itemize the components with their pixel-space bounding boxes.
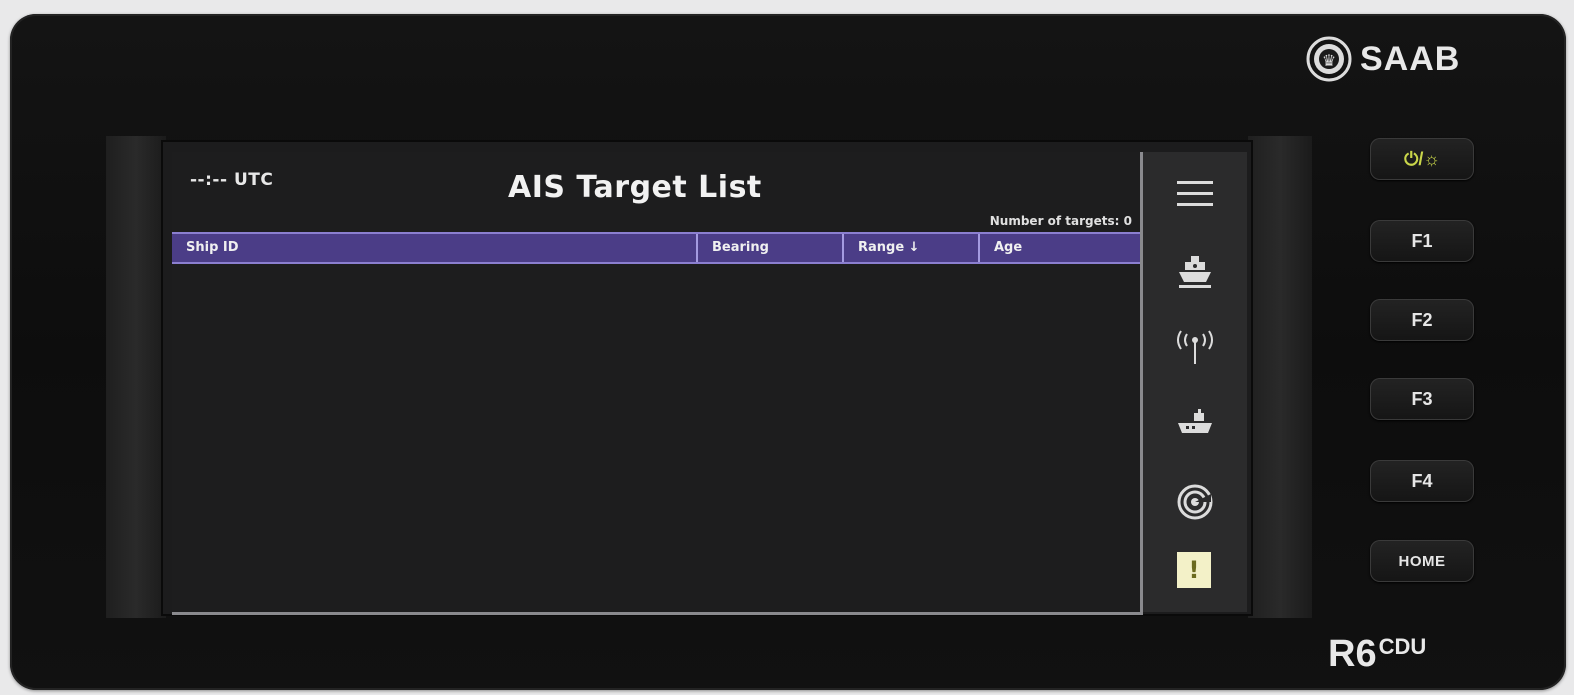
- column-range[interactable]: Range ↓: [842, 234, 978, 262]
- alert-button[interactable]: !: [1177, 552, 1211, 588]
- radar-icon: [1177, 484, 1213, 520]
- ais-target-list-view: --:-- UTC AIS Target List Number of targ…: [172, 152, 1143, 615]
- f3-button[interactable]: F3: [1370, 378, 1474, 420]
- display-screen: --:-- UTC AIS Target List Number of targ…: [163, 142, 1251, 615]
- table-body[interactable]: [172, 264, 1140, 612]
- f4-button[interactable]: F4: [1370, 460, 1474, 502]
- vessel-button[interactable]: [1167, 400, 1223, 448]
- right-bezel: [1248, 136, 1312, 618]
- brand-name: SAAB: [1360, 39, 1461, 78]
- saab-emblem-icon: ♛: [1306, 36, 1352, 82]
- cdu-device: --:-- UTC AIS Target List Number of targ…: [10, 14, 1566, 690]
- saab-logo: ♛ SAAB: [1306, 36, 1460, 82]
- vessel-icon: [1178, 409, 1212, 433]
- model-main: R6: [1328, 633, 1377, 675]
- radar-button[interactable]: [1167, 478, 1223, 526]
- f2-button[interactable]: F2: [1370, 299, 1474, 341]
- column-age[interactable]: Age: [978, 234, 1140, 262]
- alert-icon: !: [1188, 556, 1200, 584]
- ship-targets-icon: [1179, 256, 1211, 288]
- home-button[interactable]: HOME: [1370, 540, 1474, 582]
- menu-icon: [1177, 181, 1213, 206]
- column-ship-id[interactable]: Ship ID: [172, 234, 696, 262]
- left-bezel: [106, 136, 166, 618]
- power-brightness-button[interactable]: ⏻/☼: [1370, 138, 1474, 180]
- model-label: R6 CDU: [1328, 634, 1426, 674]
- svg-text:♛: ♛: [1322, 51, 1336, 70]
- model-sub: CDU: [1378, 634, 1427, 659]
- utc-clock: --:-- UTC: [190, 170, 274, 190]
- antenna-button[interactable]: [1167, 324, 1223, 372]
- menu-button[interactable]: [1167, 170, 1223, 218]
- column-bearing[interactable]: Bearing: [696, 234, 842, 262]
- ship-targets-button[interactable]: [1167, 248, 1223, 296]
- f1-button[interactable]: F1: [1370, 220, 1474, 262]
- antenna-icon: [1177, 330, 1213, 364]
- table-header: Ship ID Bearing Range ↓ Age: [172, 232, 1140, 264]
- power-icon: ⏻/☼: [1404, 148, 1440, 169]
- target-count: Number of targets: 0: [989, 214, 1132, 228]
- page-title: AIS Target List: [508, 170, 762, 205]
- sidebar: !: [1143, 152, 1247, 612]
